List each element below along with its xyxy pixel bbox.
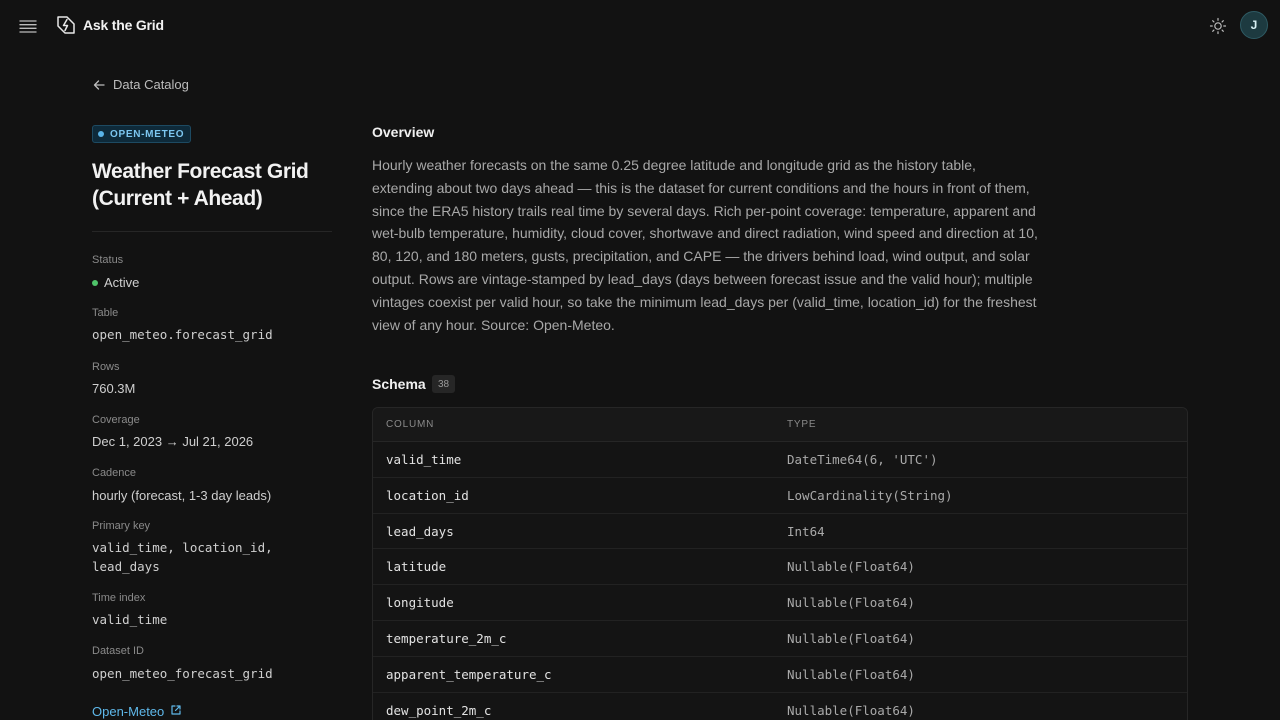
column-name-cell: location_id	[386, 487, 469, 503]
source-link[interactable]: Open-Meteo	[92, 704, 182, 719]
table-label: Table	[92, 307, 119, 319]
app-title[interactable]: Ask the Grid	[83, 17, 164, 33]
badge-dot	[98, 131, 104, 137]
table-row[interactable]: dew_point_2m_c Nullable(Float64)	[373, 693, 1187, 720]
column-type-cell: Nullable(Float64)	[787, 702, 915, 718]
menu-icon[interactable]	[18, 16, 38, 36]
status-value: Active	[92, 275, 139, 290]
dataset-id-label: Dataset ID	[92, 645, 144, 657]
source-badge: OPEN-METEO	[92, 125, 192, 143]
overview-text: Hourly weather forecasts on the same 0.2…	[372, 157, 1038, 333]
column-name-cell: latitude	[386, 559, 447, 575]
column-count-badge: 38	[432, 375, 456, 393]
coverage-label: Coverage	[92, 414, 140, 426]
table-body: valid_time DateTime64(6, 'UTC') location_i…	[373, 442, 1187, 720]
column-type-cell: Nullable(Float64)	[787, 666, 915, 682]
back-link-label: Data Catalog	[113, 77, 189, 92]
column-type-cell: Nullable(Float64)	[787, 595, 915, 611]
column-type-cell: DateTime64(6, 'UTC')	[787, 452, 938, 467]
table-header: COLUMN TYPE	[373, 408, 1187, 442]
top-bar: Ask the Grid J	[0, 0, 1280, 52]
table-row[interactable]: apparent_temperature_c Nullable(Float64)	[373, 657, 1187, 693]
source-badge-label: OPEN-METEO	[110, 128, 185, 140]
rows-label: Rows	[92, 361, 120, 373]
column-header: COLUMN	[386, 419, 435, 430]
column-name-cell: valid_time	[386, 452, 462, 467]
divider	[92, 231, 332, 232]
column-type-cell: LowCardinality(String)	[787, 487, 953, 503]
cadence-value: hourly (forecast, 1-3 day leads)	[92, 488, 272, 503]
table-row[interactable]: temperature_2m_c Nullable(Float64)	[373, 621, 1187, 657]
column-name-cell: apparent_temperature_c	[386, 666, 552, 682]
coverage-value: Dec 1, 2023 → Jul 21, 2026	[92, 434, 254, 449]
back-to-catalog-link[interactable]: Data Catalog	[92, 77, 189, 92]
column-name-cell: dew_point_2m_c	[386, 702, 492, 718]
column-name-cell: temperature_2m_c	[386, 630, 507, 646]
status-label: Status	[92, 254, 124, 266]
rows-value: 760.3M	[92, 381, 136, 396]
table-row[interactable]: longitude Nullable(Float64)	[373, 585, 1187, 621]
column-type-cell: Int64	[787, 523, 825, 539]
logo-icon[interactable]	[55, 14, 77, 36]
column-type-cell: Nullable(Float64)	[787, 559, 915, 575]
schema-table: COLUMN TYPE valid_time DateTime64(6, 'UTC…	[372, 407, 1188, 720]
column-name-cell: lead_days	[386, 523, 454, 539]
type-header: TYPE	[787, 419, 817, 430]
status-dot	[92, 279, 98, 286]
column-name-cell: longitude	[386, 595, 454, 611]
table-value: open_meteo.forecast_grid	[92, 327, 273, 342]
external-link-icon	[170, 704, 182, 719]
time-index-value: valid_time	[92, 612, 168, 627]
dataset-id-value: open_meteo_forecast_grid	[92, 666, 273, 681]
primary-key-value: valid_time, location_id, lead_days	[92, 540, 273, 574]
schema-title: Schema	[372, 376, 426, 392]
primary-key-label: Primary key	[92, 520, 151, 532]
source-link-label: Open-Meteo	[92, 704, 165, 719]
table-row[interactable]: valid_time DateTime64(6, 'UTC')	[373, 442, 1187, 478]
sun-icon[interactable]	[1208, 16, 1228, 36]
page-title: Weather Forecast Grid (Current + Ahead)	[92, 160, 309, 210]
table-row[interactable]: lead_days Int64	[373, 514, 1187, 550]
cadence-label: Cadence	[92, 467, 137, 479]
avatar[interactable]: J	[1240, 11, 1268, 39]
column-type-cell: Nullable(Float64)	[787, 630, 915, 646]
table-row[interactable]: location_id LowCardinality(String)	[373, 478, 1187, 514]
time-index-label: Time index	[92, 592, 146, 604]
arrow-left-icon	[92, 78, 106, 92]
table-row[interactable]: latitude Nullable(Float64)	[373, 549, 1187, 586]
overview-title: Overview	[372, 124, 435, 140]
